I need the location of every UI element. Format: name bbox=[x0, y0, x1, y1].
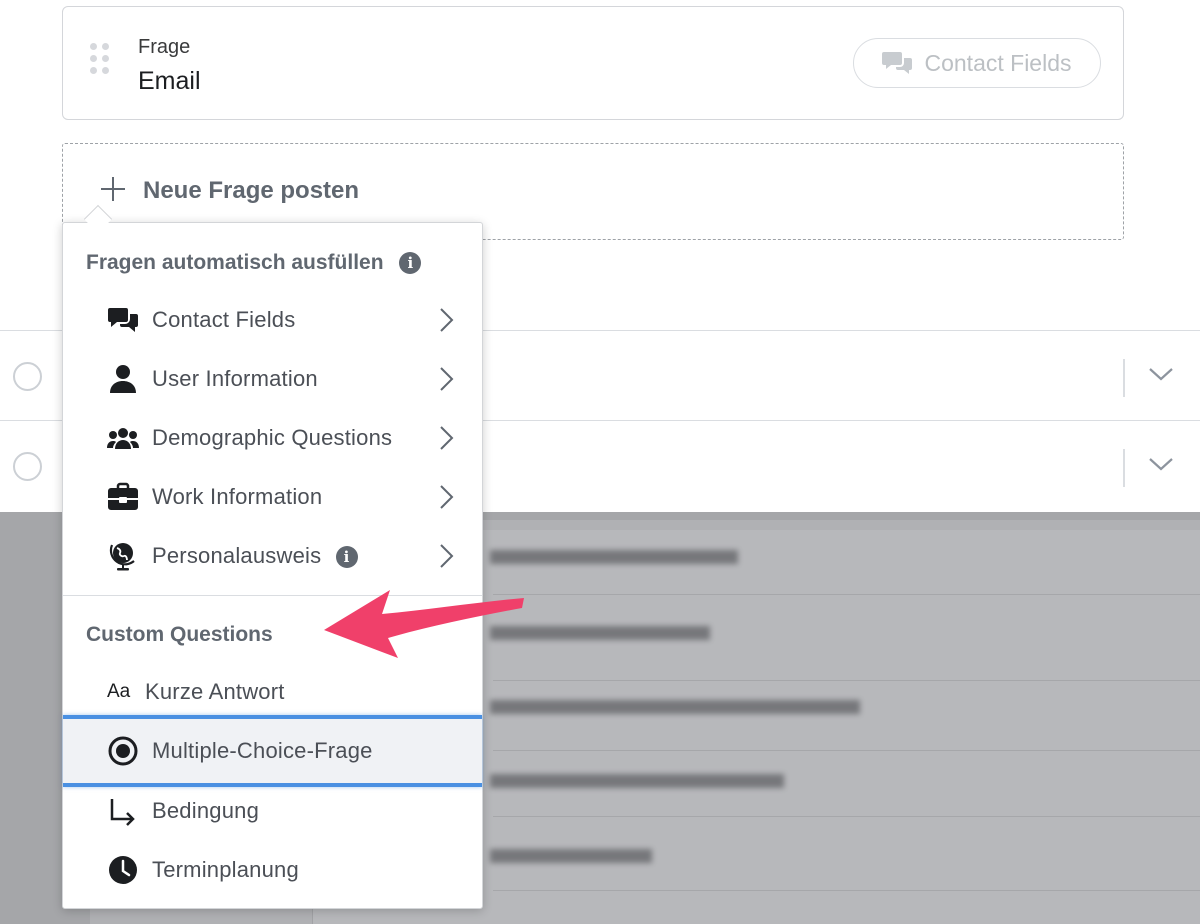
annotation-arrow-icon bbox=[324, 590, 524, 658]
menu-item-condition[interactable]: Bedingung bbox=[63, 782, 482, 841]
radio-button[interactable] bbox=[13, 452, 42, 481]
clock-icon bbox=[109, 856, 137, 884]
menu-item-scheduling[interactable]: Terminplanung bbox=[63, 841, 482, 900]
new-question-label: Neue Frage posten bbox=[143, 177, 360, 204]
menu-item-work-information[interactable]: Work Information bbox=[63, 468, 482, 527]
chevron-down-icon[interactable] bbox=[1148, 451, 1174, 477]
autofill-header: Fragen automatisch ausfüllen i bbox=[86, 251, 422, 275]
chevron-right-icon bbox=[440, 426, 454, 450]
menu-item-short-answer[interactable]: Aa Kurze Antwort bbox=[63, 663, 482, 722]
conditional-arrow-icon bbox=[110, 799, 135, 826]
menu-item-label: Bedingung bbox=[152, 798, 260, 823]
chevron-right-icon bbox=[440, 367, 454, 391]
menu-item-contact-fields[interactable]: Contact Fields bbox=[63, 291, 482, 350]
add-question-menu: Fragen automatisch ausfüllen i Contact F… bbox=[62, 222, 483, 909]
menu-item-label: Terminplanung bbox=[152, 857, 299, 882]
contact-fields-badge: Contact Fields bbox=[853, 38, 1101, 88]
users-group-icon bbox=[107, 428, 139, 449]
info-icon[interactable]: i bbox=[399, 252, 422, 275]
chevron-right-icon bbox=[440, 485, 454, 509]
info-icon[interactable]: i bbox=[335, 546, 358, 569]
menu-item-demographic-questions[interactable]: Demographic Questions bbox=[63, 409, 482, 468]
menu-item-label: Personalausweis i bbox=[152, 543, 358, 569]
divider bbox=[1123, 359, 1125, 397]
chevron-down-icon[interactable] bbox=[1148, 361, 1174, 387]
question-label: Frage bbox=[138, 36, 191, 58]
user-icon bbox=[110, 365, 136, 393]
chat-bubbles-icon bbox=[882, 52, 913, 74]
plus-icon bbox=[101, 177, 125, 201]
question-card-email[interactable]: Frage Email Contact Fields bbox=[62, 6, 1124, 120]
menu-item-label: Demographic Questions bbox=[152, 425, 393, 450]
menu-item-label: Kurze Antwort bbox=[145, 679, 285, 704]
briefcase-icon bbox=[108, 482, 138, 510]
menu-item-label: Contact Fields bbox=[152, 307, 296, 332]
menu-item-multiple-choice[interactable]: Multiple-Choice-Frage bbox=[63, 715, 482, 787]
menu-item-label: User Information bbox=[152, 366, 318, 391]
question-title: Email bbox=[138, 67, 201, 95]
menu-item-user-information[interactable]: User Information bbox=[63, 350, 482, 409]
contact-fields-badge-label: Contact Fields bbox=[924, 49, 1072, 76]
chevron-right-icon bbox=[440, 308, 454, 332]
radio-selected-icon bbox=[108, 736, 138, 766]
chat-bubbles-icon bbox=[108, 308, 138, 332]
globe-icon bbox=[109, 543, 135, 571]
chevron-right-icon bbox=[440, 544, 454, 568]
text-aa-icon: Aa bbox=[107, 681, 131, 702]
menu-item-label: Multiple-Choice-Frage bbox=[152, 738, 373, 763]
custom-questions-header: Custom Questions bbox=[86, 623, 273, 646]
divider bbox=[1123, 449, 1125, 487]
drag-handle-icon[interactable] bbox=[90, 43, 112, 75]
menu-item-personalausweis[interactable]: Personalausweis i bbox=[63, 527, 482, 586]
radio-button[interactable] bbox=[13, 362, 42, 391]
menu-item-label: Work Information bbox=[152, 484, 323, 509]
